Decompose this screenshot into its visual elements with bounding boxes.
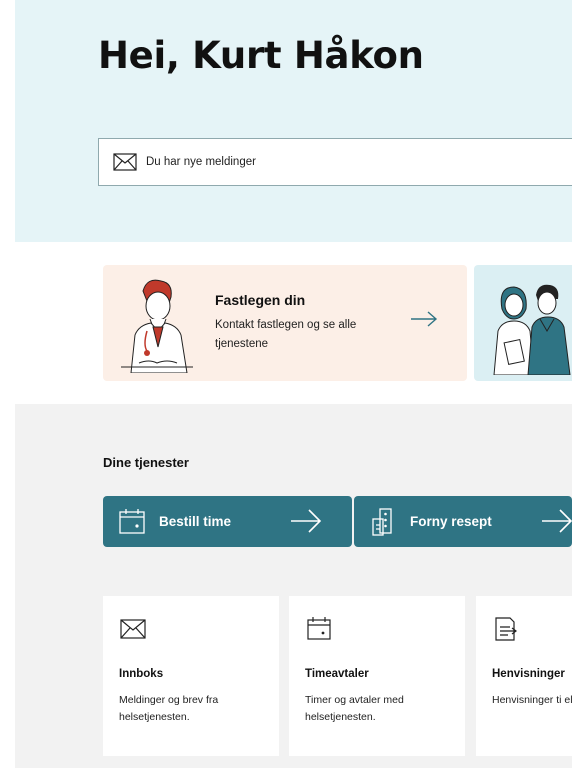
tile-title: Henvisninger [492,668,565,680]
tile-description: Meldinger og brev fra helsetjenesten. [119,694,219,723]
tile-innboks[interactable]: Innboks Meldinger og brev fra helsetjene… [103,596,279,756]
fastlege-description: Kontakt fastlegen og se alle tjenestene [215,319,357,350]
services-heading: Dine tjenester [103,455,189,470]
tile-description: Timer og avtaler med helsetjenesten. [305,694,404,723]
tile-title: Innboks [119,668,164,680]
tile-timeavtaler[interactable]: Timeavtaler Timer og avtaler med helsetj… [289,596,465,756]
prescription-icon [372,507,392,536]
book-appointment-button[interactable]: Bestill time [103,496,352,547]
tile-description: Henvisninger ti eller spesialist. [492,694,572,706]
fastlege-card[interactable]: Fastlegen din Kontakt fastlegen og se al… [103,265,467,381]
arrow-right-icon [411,311,438,327]
page-title: Hei, Kurt Håkon [98,34,424,77]
health-workers-illustration [493,284,571,375]
referral-document-icon [495,617,517,641]
renew-prescription-label: Forny resept [410,514,492,529]
services-section: Dine tjenester Bestill time Forny resept [15,404,572,768]
tile-title: Timeavtaler [305,668,369,680]
hero-section: Hei, Kurt Håkon Du har nye meldinger [15,0,572,242]
envelope-icon [113,153,137,171]
renew-prescription-button[interactable]: Forny resept [354,496,572,547]
calendar-icon [119,508,145,534]
fastlege-title: Fastlegen din [215,292,306,308]
health-team-card[interactable] [474,265,572,381]
calendar-icon [307,617,331,640]
tile-henvisninger[interactable]: Henvisninger Henvisninger ti eller spesi… [476,596,572,756]
doctor-illustration [121,279,193,373]
envelope-icon [120,619,146,639]
new-messages-banner[interactable]: Du har nye meldinger [98,138,572,186]
new-messages-text: Du har nye meldinger [146,156,256,168]
arrow-right-icon [291,509,322,533]
book-appointment-label: Bestill time [159,514,232,529]
arrow-right-icon [542,509,572,533]
